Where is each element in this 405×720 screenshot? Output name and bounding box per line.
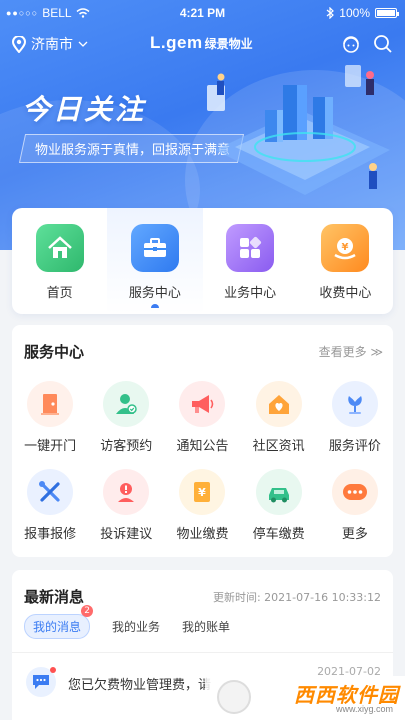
watermark: 西西软件园 www.xiyg.com [205,676,405,720]
service-item-notice[interactable]: 通知公告 [164,381,240,469]
update-time-value: 2021-07-16 10:33:12 [264,591,381,604]
svg-text:¥: ¥ [342,242,349,253]
section-title: 服务中心 [24,343,85,361]
double-chevron-right-icon: ≫ [370,345,383,359]
status-right: 100% [326,6,399,20]
service-item-more[interactable]: 更多 [317,469,393,557]
status-bar: ●●○○○ BELL 4:21 PM 100% [0,0,405,26]
tab-my-bills[interactable]: 我的账单 [182,618,230,635]
grid-icon [226,224,275,272]
service-label: 报事报修 [24,527,77,542]
tab-label: 我的消息 [33,620,82,634]
update-time: 更新时间: 2021-07-16 10:33:12 [213,589,381,605]
view-more-link[interactable]: 查看更多 ≫ [319,343,383,360]
battery-icon [375,8,399,18]
brand-logo: L.gem 绿景物业 [150,33,253,53]
news-tabs: 我的消息 2 我的业务 我的账单 [24,605,230,639]
tab-label: 我的业务 [112,620,161,634]
active-indicator [150,304,159,308]
logo-text-en: L.gem [150,33,203,52]
car-icon [255,469,302,515]
service-label: 停车缴费 [252,527,305,542]
service-item-complaint[interactable]: 投诉建议 [88,469,164,557]
service-label: 访客预约 [100,439,153,454]
section-title: 最新消息 [24,588,85,606]
home-icon [35,224,84,272]
service-label: 服务评价 [328,439,381,454]
service-item-property-fee[interactable]: ¥ 物业缴费 [164,469,240,557]
menu-item-payment-center[interactable]: ¥ 收费中心 [298,208,393,314]
bill-icon: ¥ [179,469,226,515]
menu-label: 首页 [46,286,73,301]
service-label: 一键开门 [24,439,77,454]
hero-title: 今日关注 [22,93,147,126]
service-center-card: 服务中心 查看更多 ≫ 一键开门 访客预约 通知公告 社区资讯 服务评价 报事报… [12,325,393,557]
service-label: 通知公告 [176,439,229,454]
service-row: 一键开门 访客预约 通知公告 社区资讯 服务评价 [12,381,393,469]
watermark-logo [217,680,251,714]
city-selector[interactable]: 济南市 [12,34,88,54]
door-icon [27,381,74,427]
logo-text-cn: 绿景物业 [204,37,253,51]
nav-actions [341,34,393,54]
svg-text:¥: ¥ [199,486,207,499]
service-label: 物业缴费 [176,527,229,542]
menu-item-service-center[interactable]: 服务中心 [107,208,203,314]
menu-label: 收费中心 [319,286,372,301]
service-row: 报事报修 投诉建议 ¥ 物业缴费 停车缴费 更多 [12,469,393,557]
complaint-icon [103,469,150,515]
view-more-label: 查看更多 [318,345,367,359]
service-item-visitor[interactable]: 访客预约 [88,381,164,469]
menu-label: 服务中心 [128,286,181,301]
flower-icon [331,381,378,427]
tab-my-business[interactable]: 我的业务 [112,618,160,635]
service-item-repair[interactable]: 报事报修 [12,469,88,557]
wrench-icon [27,469,74,515]
location-pin-icon [12,35,26,53]
service-label: 更多 [341,527,368,542]
visitor-icon [103,381,150,427]
unread-badge: 2 [81,605,94,617]
service-item-community-news[interactable]: 社区资讯 [241,381,317,469]
message-text: 您已欠费物业管理费，请 [68,678,212,693]
service-item-evaluation[interactable]: 服务评价 [317,381,393,469]
search-icon[interactable] [373,34,393,54]
update-time-label: 更新时间: [212,591,261,604]
bluetooth-icon [326,7,335,19]
megaphone-icon [179,381,226,427]
house-heart-icon [255,381,302,427]
service-item-open-door[interactable]: 一键开门 [12,381,88,469]
hero-illustration [207,65,390,195]
service-grid: 一键开门 访客预约 通知公告 社区资讯 服务评价 报事报修 投诉建议 ¥ 物业缴… [12,381,393,557]
city-name: 济南市 [31,37,73,53]
tab-label: 我的账单 [182,620,231,634]
menu-item-home[interactable]: 首页 [12,208,107,314]
service-item-parking-fee[interactable]: 停车缴费 [241,469,317,557]
chevron-down-icon [78,41,88,47]
app-screen: ●●○○○ BELL 4:21 PM 100% 济南市 L.gem 绿景物业 今… [0,0,405,720]
toolbox-icon [130,224,179,272]
menu-item-business-center[interactable]: 业务中心 [203,208,298,314]
coin-bag-icon: ¥ [321,224,370,272]
more-icon [331,469,378,515]
service-label: 投诉建议 [100,527,153,542]
menu-label: 业务中心 [224,286,277,301]
main-menu: 首页 服务中心 业务中心 ¥ 收费中心 [12,208,393,314]
tab-my-messages[interactable]: 我的消息 2 [24,605,94,639]
watermark-url: www.xiyg.com [335,704,393,714]
service-label: 社区资讯 [252,439,305,454]
battery-percent: 100% [339,6,370,20]
customer-service-icon[interactable] [341,34,361,54]
unread-dot [50,667,56,673]
